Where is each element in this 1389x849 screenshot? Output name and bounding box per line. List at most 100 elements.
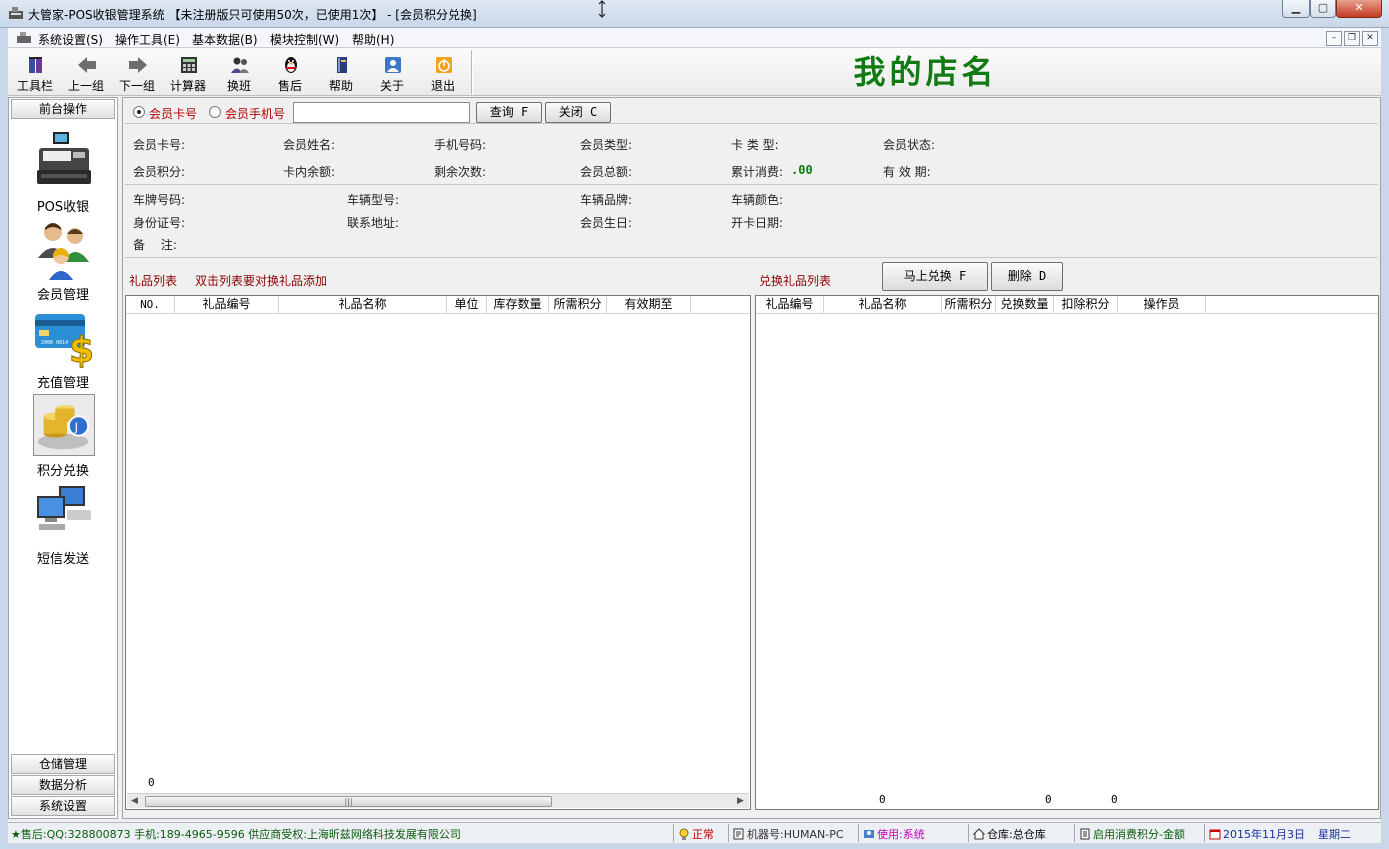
- member-info-block: 会员卡号: 会员姓名: 手机号码: 会员类型: 卡 类 型: 会员状态: 会员积…: [125, 126, 1378, 185]
- col-ex-deducted-points[interactable]: 扣除积分: [1054, 296, 1118, 314]
- toolbar-button-about[interactable]: 关于: [367, 52, 417, 94]
- store-name: 我的店名: [853, 53, 998, 91]
- mdi-restore-button[interactable]: ❐: [1344, 31, 1360, 46]
- nav-header-system-settings[interactable]: 系统设置: [11, 796, 115, 816]
- col-valid-until[interactable]: 有效期至: [607, 296, 691, 314]
- label-vehicle-model: 车辆型号:: [347, 193, 400, 207]
- col-ex-gift-code[interactable]: 礼品编号: [756, 296, 824, 314]
- about-user-icon: [385, 57, 401, 73]
- menu-help[interactable]: 帮助(H): [352, 31, 394, 48]
- menu-tools[interactable]: 操作工具(E): [115, 31, 180, 48]
- mdi-minimize-button[interactable]: –: [1326, 31, 1342, 46]
- label-cumulative-spend: 累计消费:: [731, 165, 784, 179]
- delete-button[interactable]: 删除 D: [991, 262, 1063, 291]
- radio-phone[interactable]: [209, 106, 221, 118]
- status-bar: ★售后:QQ:328800873 手机:189-4965-9596 供应商受权:…: [8, 822, 1381, 842]
- member-search-input[interactable]: [293, 102, 470, 123]
- nav-item-members[interactable]: 会员管理: [11, 216, 115, 304]
- radio-card-no[interactable]: [133, 106, 145, 118]
- toolbar-button-shift[interactable]: 换班: [214, 52, 264, 94]
- col-gift-code[interactable]: 礼品编号: [175, 296, 279, 314]
- label-member-name: 会员姓名:: [283, 138, 336, 152]
- user-card-icon: [864, 830, 874, 838]
- toolbar-button-calculator[interactable]: 计算器: [163, 52, 213, 94]
- toolbar-button-next-group[interactable]: 下一组: [112, 52, 162, 94]
- label-valid-period: 有 效 期:: [883, 165, 931, 179]
- window-left-border: [0, 28, 8, 849]
- exchange-now-button[interactable]: 马上兑换 F: [882, 262, 988, 291]
- exchange-list-grid[interactable]: 礼品编号 礼品名称 所需积分 兑换数量 扣除积分 操作员 0 0 0: [755, 295, 1379, 810]
- status-weekday: 星期二: [1318, 828, 1351, 841]
- nav-item-points-exchange[interactable]: J 积分兑换: [11, 392, 115, 480]
- status-separator: [968, 824, 969, 842]
- toolbar-button-help[interactable]: 帮助: [316, 52, 366, 94]
- computers-network-icon: [37, 486, 91, 530]
- maximize-button[interactable]: ▢: [1310, 0, 1336, 18]
- col-ex-gift-name[interactable]: 礼品名称: [824, 296, 942, 314]
- scroll-right-icon[interactable]: ▶: [737, 796, 744, 806]
- label-total-amount: 会员总额:: [580, 165, 633, 179]
- minimize-button[interactable]: ▁: [1282, 0, 1310, 18]
- restore-icon: ▢: [1317, 1, 1329, 14]
- menu-module-control[interactable]: 模块控制(W): [270, 31, 339, 48]
- col-stock[interactable]: 库存数量: [487, 296, 549, 314]
- member-search-bar: 会员卡号 会员手机号 查询 F 关闭 C: [125, 100, 1378, 124]
- col-required-points[interactable]: 所需积分: [549, 296, 607, 314]
- scroll-left-icon[interactable]: ◀: [131, 796, 138, 806]
- notepad-icon: [1080, 828, 1090, 840]
- help-book-icon: [337, 57, 347, 73]
- nav-item-sms[interactable]: 短信发送: [11, 480, 115, 568]
- pos-register-icon: [37, 132, 91, 184]
- nav-item-recharge[interactable]: 2000 0014 $ 充值管理: [11, 304, 115, 392]
- gift-list-grid[interactable]: NO. 礼品编号 礼品名称 单位 库存数量 所需积分 有效期至 0 ◀ ||| …: [125, 295, 751, 810]
- status-machine: 机器号:HUMAN-PC: [733, 826, 844, 842]
- exchange-footer-deducted: 0: [1111, 793, 1118, 806]
- nav-label-recharge: 充值管理: [36, 376, 89, 391]
- gift-list-hscrollbar[interactable]: ◀ ||| ▶: [127, 793, 749, 808]
- nav-header-front-desk[interactable]: 前台操作: [11, 99, 115, 119]
- scroll-thumb[interactable]: |||: [145, 796, 552, 807]
- label-card-type: 卡 类 型:: [731, 138, 779, 152]
- col-no[interactable]: NO.: [126, 296, 175, 314]
- status-separator: [858, 824, 859, 842]
- close-button[interactable]: 关闭 C: [545, 102, 611, 123]
- close-window-button[interactable]: ✕: [1336, 0, 1382, 18]
- col-ex-required-points[interactable]: 所需积分: [942, 296, 996, 314]
- toolbar-button-toolbar[interactable]: 工具栏: [10, 52, 60, 94]
- label-address: 联系地址:: [347, 216, 400, 230]
- mdi-close-button[interactable]: ✕: [1362, 31, 1378, 46]
- power-icon: [436, 57, 452, 73]
- label-id-no: 身份证号:: [133, 216, 186, 230]
- toolbar-button-prev-group[interactable]: 上一组: [61, 52, 111, 94]
- minimize-icon: ▁: [1291, 1, 1301, 14]
- radio-card-no-label[interactable]: 会员卡号: [149, 105, 197, 122]
- toolbar-button-after-sales[interactable]: 售后: [265, 52, 315, 94]
- col-unit[interactable]: 单位: [447, 296, 487, 314]
- toolbar-button-exit[interactable]: 退出: [418, 52, 468, 94]
- nav-header-data-analysis[interactable]: 数据分析: [11, 775, 115, 795]
- penguin-icon: [285, 57, 297, 73]
- exchange-footer-quantity: 0: [1045, 793, 1052, 806]
- status-separator: [673, 824, 674, 842]
- col-ex-operator[interactable]: 操作员: [1118, 296, 1206, 314]
- gift-list-footer-count: 0: [148, 776, 155, 789]
- menu-basic-data[interactable]: 基本数据(B): [192, 31, 258, 48]
- calendar-icon: [1209, 829, 1221, 840]
- home-icon: [973, 828, 985, 840]
- label-member-type: 会员类型:: [580, 138, 633, 152]
- window-title: 大管家-POS收银管理系统 【未注册版只可使用50次，已使用1次】 - [会员积…: [28, 8, 477, 22]
- card-dollar-icon: 2000 0014 $: [35, 314, 95, 368]
- menu-system-settings[interactable]: 系统设置(S): [38, 31, 103, 48]
- query-button[interactable]: 查询 F: [476, 102, 542, 123]
- nav-header-warehouse[interactable]: 仓储管理: [11, 754, 115, 774]
- radio-phone-label[interactable]: 会员手机号: [225, 105, 285, 122]
- label-balance: 卡内余额:: [283, 165, 336, 179]
- col-gift-name[interactable]: 礼品名称: [279, 296, 447, 314]
- label-birthday: 会员生日:: [580, 216, 633, 230]
- title-bar[interactable]: 大管家-POS收银管理系统 【未注册版只可使用50次，已使用1次】 - [会员积…: [0, 0, 1389, 28]
- status-date: 2015年11月3日: [1209, 826, 1305, 842]
- app-register-icon: [9, 7, 23, 19]
- arrow-right-icon: [129, 57, 147, 73]
- col-ex-quantity[interactable]: 兑换数量: [996, 296, 1054, 314]
- nav-item-pos[interactable]: POS收银: [11, 128, 115, 216]
